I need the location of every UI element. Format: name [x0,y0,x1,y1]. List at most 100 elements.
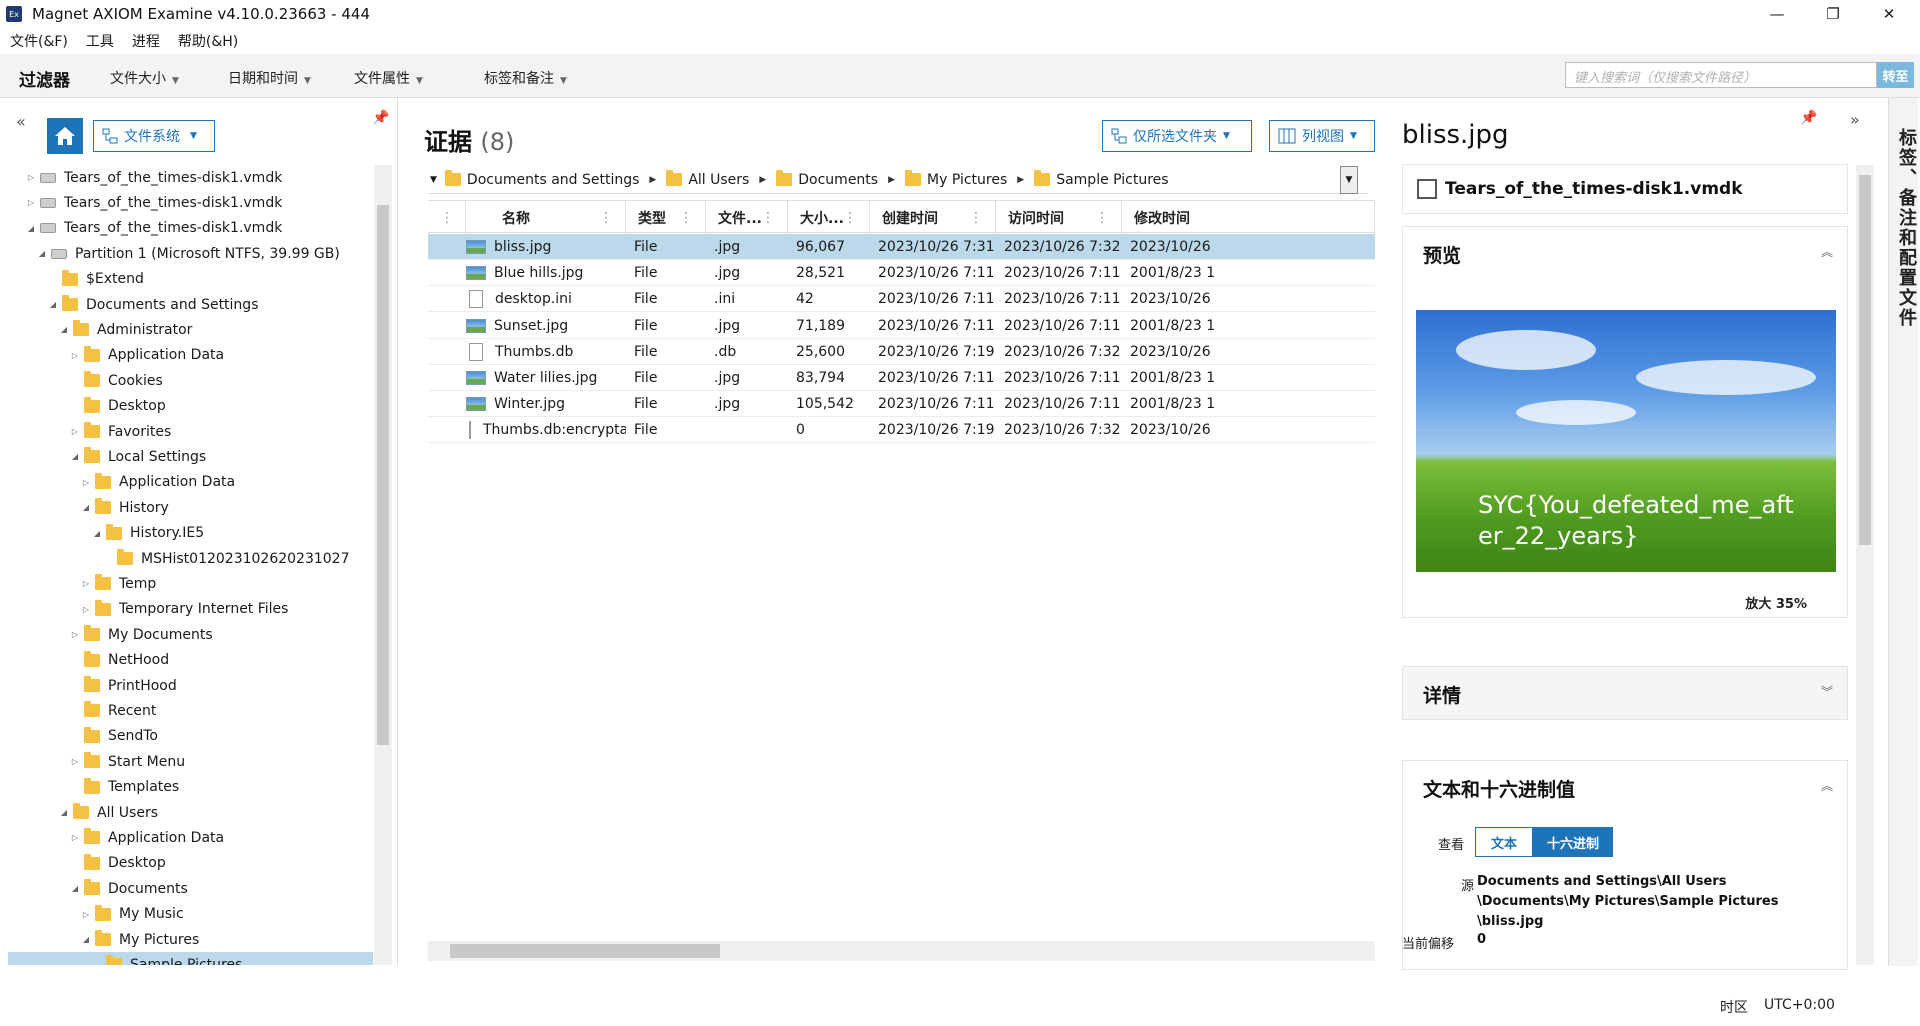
expand-toggle-icon[interactable]: ◢ [59,325,69,334]
tree-item[interactable]: ◢ Local Settings [8,444,373,469]
close-icon[interactable]: ✕ [1866,0,1912,28]
scrollbar-thumb[interactable] [1859,175,1871,545]
tree-item[interactable]: ◢ History [8,495,373,520]
expand-toggle-icon[interactable]: ▷ [70,630,80,639]
expand-toggle-icon[interactable]: ◢ [26,224,36,233]
expand-toggle-icon[interactable]: ▷ [81,910,91,919]
expand-toggle-icon[interactable]: ▷ [81,478,91,487]
column-header[interactable]: 大小... ⋮ [788,201,870,234]
column-header[interactable]: 名称 ⋮ [466,201,626,234]
chevron-down-icon[interactable]: ︾ [1821,683,1833,700]
tags-comments-profiles-tab[interactable]: 标签、备注和配置文件 [1888,98,1918,966]
breadcrumb-item[interactable]: Sample Pictures [1034,170,1169,188]
column-view-button[interactable]: 列视图 ▼ [1269,120,1375,152]
tree-item[interactable]: Desktop [8,394,373,419]
expand-toggle-icon[interactable]: ▷ [70,351,80,360]
tree-item[interactable]: Sample Pictures [8,952,373,965]
tree-item[interactable]: MSHist012023102620231027 [8,546,373,571]
tree-item[interactable]: Desktop [8,851,373,876]
expand-toggle-icon[interactable]: ◢ [81,935,91,944]
tree-item[interactable]: ◢ Administrator [8,317,373,342]
expand-toggle-icon[interactable]: ▷ [70,427,80,436]
filter-tags-comments[interactable]: 标签和备注 ▼ [484,68,567,88]
tree-item[interactable]: ◢ My Pictures [8,927,373,952]
tree-item[interactable]: SendTo [8,724,373,749]
expand-toggle-icon[interactable]: ▷ [70,833,80,842]
details-scrollbar[interactable] [1856,165,1874,965]
collapse-right-icon[interactable]: » [1850,110,1860,129]
filter-file-attributes[interactable]: 文件属性 ▼ [354,68,423,88]
expand-toggle-icon[interactable]: ◢ [81,503,91,512]
column-options-icon[interactable]: ⋮ [679,210,693,226]
goto-button[interactable]: 转至 [1877,62,1914,88]
expand-toggle-icon[interactable]: ▷ [81,605,91,614]
menu-help[interactable]: 帮助(&H) [178,31,238,51]
expand-toggle-icon[interactable]: ◢ [92,529,102,538]
table-row[interactable]: Water lilies.jpg File .jpg 83,794 2023/10/26… [428,365,1375,391]
expand-toggle-icon[interactable]: ◢ [70,884,80,893]
expand-toggle-icon[interactable]: ▷ [26,173,36,182]
breadcrumb-dropdown[interactable]: ▼ [1340,166,1358,194]
tree-item[interactable]: ▷ Tears_of_the_times-disk1.vmdk [8,190,373,215]
tree-item[interactable]: ▷ Favorites [8,419,373,444]
pin-icon[interactable]: 📌 [372,110,389,126]
table-row[interactable]: bliss.jpg File .jpg 96,067 2023/10/26 7:31:4… [428,234,1375,260]
column-header[interactable]: 修改时间 [1122,201,1375,234]
column-header[interactable]: 文件... ⋮ [706,201,788,234]
table-row[interactable]: Blue hills.jpg File .jpg 28,521 2023/10/26 7… [428,260,1375,287]
tree-item[interactable]: ◢ Tears_of_the_times-disk1.vmdk [8,216,373,241]
search-input[interactable]: 键入搜索词（仅搜索文件路径） [1565,62,1877,88]
tree-scrollbar[interactable] [374,165,392,965]
column-header[interactable]: 类型 ⋮ [626,201,706,234]
tree-item[interactable]: ▷ Temp [8,571,373,596]
minimize-icon[interactable]: — [1754,0,1800,28]
tree-item[interactable]: ▷ Application Data [8,825,373,850]
tree-item[interactable]: ◢ Partition 1 (Microsoft NTFS, 39.99 GB) [8,241,373,266]
breadcrumb-item[interactable]: Documents [776,170,878,188]
expand-toggle-icon[interactable]: ◢ [48,300,58,309]
expand-toggle-icon[interactable]: ◢ [59,808,69,817]
hex-view-button[interactable]: 十六进制 [1533,827,1613,857]
expand-toggle-icon[interactable]: ◢ [70,452,80,461]
file-system-dropdown[interactable]: 文件系统 ▼ [93,120,215,152]
table-row[interactable]: Thumbs.db File .db 25,600 2023/10/26 7:19:32… [428,339,1375,365]
tree-item[interactable]: ◢ Documents [8,876,373,901]
breadcrumb-expand-icon[interactable]: ▼ [430,175,437,185]
scrollbar-thumb[interactable] [377,205,389,745]
restore-icon[interactable]: ❐ [1810,0,1856,28]
tree-item[interactable]: Templates [8,775,373,800]
menu-process[interactable]: 进程 [132,31,160,51]
table-row[interactable]: Sunset.jpg File .jpg 71,189 2023/10/26 7:11:… [428,313,1375,339]
column-menu-icon[interactable]: ⋮ [428,201,466,234]
breadcrumb-item[interactable]: All Users [666,170,749,188]
tree-item[interactable]: Cookies [8,368,373,393]
tree-item[interactable]: ▷ Tears_of_the_times-disk1.vmdk [8,165,373,190]
table-row[interactable]: Winter.jpg File .jpg 105,542 2023/10/26 7:11… [428,391,1375,418]
filter-file-size[interactable]: 文件大小 ▼ [110,68,179,88]
expand-toggle-icon[interactable]: ◢ [37,249,47,258]
text-view-button[interactable]: 文本 [1475,827,1533,857]
tree-item[interactable]: ▷ My Music [8,902,373,927]
selected-folder-only-button[interactable]: 仅所选文件夹 ▼ [1102,120,1252,152]
home-button[interactable] [47,118,83,154]
tree-item[interactable]: $Extend [8,267,373,292]
table-row[interactable]: Thumbs.db:encryptable File 0 2023/10/26 7:1… [428,417,1375,444]
tree-item[interactable]: Recent [8,698,373,723]
table-row[interactable]: desktop.ini File .ini 42 2023/10/26 7:11:18 2… [428,286,1375,313]
chevron-up-icon[interactable]: ︽ [1821,243,1833,260]
column-options-icon[interactable]: ⋮ [599,210,613,226]
column-options-icon[interactable]: ⋮ [969,210,983,226]
tree-item[interactable]: ▷ Start Menu [8,749,373,774]
menu-tools[interactable]: 工具 [86,31,114,51]
expand-toggle-icon[interactable]: ▷ [70,757,80,766]
tree-item[interactable]: ▷ Application Data [8,343,373,368]
tree-item[interactable]: PrintHood [8,673,373,698]
column-header[interactable]: 创建时间 ⋮ [870,201,996,234]
tree-item[interactable]: ▷ Application Data [8,470,373,495]
expand-toggle-icon[interactable]: ▷ [26,198,36,207]
collapse-left-icon[interactable]: « [16,112,26,131]
horizontal-scrollbar[interactable] [428,941,1375,961]
column-options-icon[interactable]: ⋮ [761,210,775,226]
menu-file[interactable]: 文件(&F) [10,31,68,51]
column-options-icon[interactable]: ⋮ [1095,210,1109,226]
